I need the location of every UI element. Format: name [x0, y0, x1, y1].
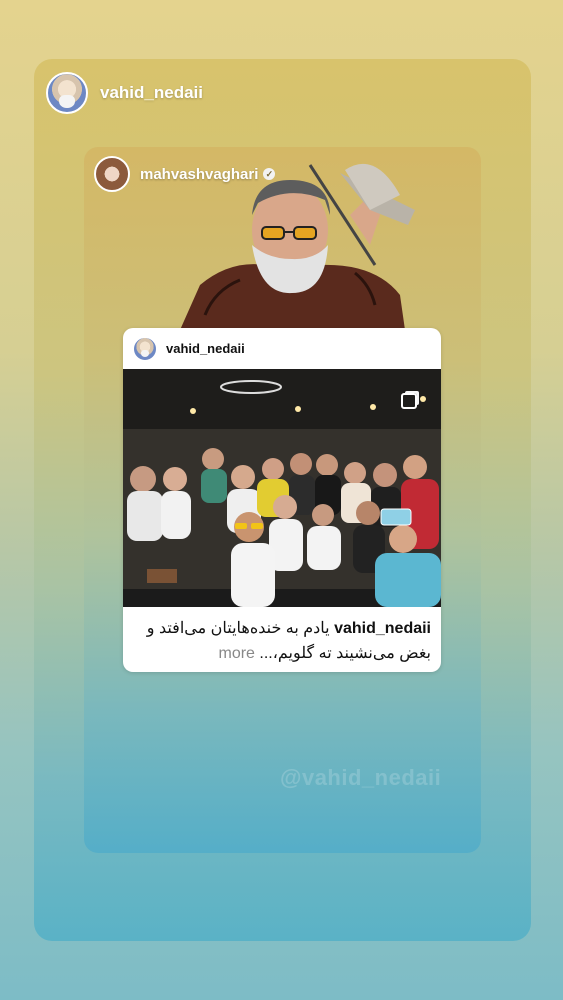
watermark: @vahid_nedaii [280, 765, 442, 790]
story-username[interactable]: vahid_nedaii [100, 83, 203, 103]
story-avatar[interactable] [46, 72, 88, 114]
caption-username[interactable]: vahid_nedaii [334, 620, 431, 637]
group-selfie-photo[interactable] [123, 369, 441, 607]
post-caption[interactable]: vahid_nedaii یادم به خنده‌هایتان می‌افتد… [133, 616, 431, 666]
multiple-photos-icon [401, 393, 417, 409]
cartoon-man-sticker [180, 163, 415, 330]
post-preview[interactable]: vahid_nedaii [123, 328, 441, 672]
story-header[interactable]: vahid_nedaii [46, 72, 203, 114]
more-link[interactable]: more [218, 645, 254, 662]
reshare-avatar[interactable] [94, 156, 130, 192]
post-header[interactable]: vahid_nedaii [123, 328, 441, 369]
post-avatar[interactable] [133, 336, 157, 361]
photo-content [123, 369, 441, 607]
post-username[interactable]: vahid_nedaii [166, 341, 245, 356]
